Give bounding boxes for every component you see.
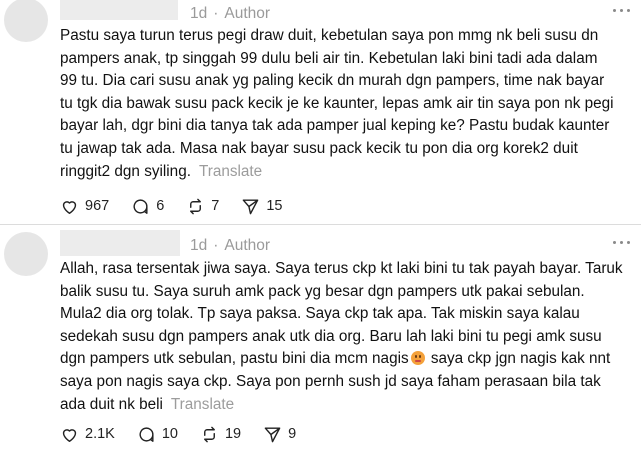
share-count: 9 (288, 426, 297, 442)
like-button[interactable]: 967 (60, 197, 109, 216)
reply-button[interactable]: 10 (137, 425, 178, 444)
send-icon (264, 426, 281, 442)
text-fragment: saya ckp jgn nagis kak nnt (426, 350, 611, 368)
text-line: pampers anak, tp singgah 99 dulu beli ai… (60, 49, 598, 67)
author-badge: Author (224, 5, 271, 22)
translate-link[interactable]: Translate (199, 163, 262, 180)
text-line: saya pon nagis saya ckp. Saya pon pernh … (60, 372, 601, 390)
timestamp[interactable]: 1d (190, 5, 207, 22)
text-line: Allah, rasa tersentak jiwa saya. Saya te… (60, 260, 623, 277)
repost-button[interactable]: 19 (200, 425, 241, 444)
post-meta: 1d · Author (190, 5, 270, 23)
text-fragment: ringgit2 dgn syiling. (60, 162, 191, 180)
text-fragment: dgn pampers utk sebulan, pastu bini dia … (60, 350, 409, 368)
thread-reply-2: 1d · Author Allah, rasa tersentak jiwa say… (0, 224, 641, 450)
comment-icon (133, 198, 148, 214)
text-line-last: ada duit nk beli Translate (60, 394, 625, 417)
reply-count: 10 (161, 426, 178, 442)
share-button[interactable]: 9 (263, 425, 296, 444)
repost-button[interactable]: 7 (186, 197, 219, 216)
repost-count: 19 (224, 426, 242, 442)
share-button[interactable]: 15 (241, 197, 283, 216)
text-line: sedekah susu dgn pampers anak utk dia or… (60, 327, 602, 345)
action-bar: 2.1K 10 19 9 (60, 422, 318, 446)
more-icon[interactable] (613, 241, 631, 247)
text-line: tu tgk dia bawak susu pack kecik je ke k… (60, 94, 614, 112)
repost-icon (204, 426, 215, 442)
timestamp[interactable]: 1d (190, 237, 207, 254)
like-button[interactable]: 2.1K (60, 425, 115, 444)
text-fragment: ada duit nk beli (60, 395, 163, 413)
author-badge: Author (224, 237, 271, 254)
meta-separator: · (213, 237, 219, 254)
text-line: Mula2 dia org tolak. Tp saya paksa. Saya… (60, 305, 580, 323)
text-line: 99 tu. Dia cari susu anak yg paling keci… (60, 72, 605, 90)
avatar[interactable] (4, 0, 48, 42)
like-count: 2.1K (85, 426, 115, 442)
repost-icon (190, 198, 202, 214)
thread-reply-1: 1d · Author Pastu saya turun terus pegi dr… (0, 0, 641, 224)
post-text: Pastu saya turun terus pegi draw duit, k… (60, 25, 625, 183)
text-line: balik susu tu. Saya suruh amk pack yg be… (60, 282, 585, 300)
text-line: tu jawap tak ada. Masa nak bayar susu pa… (60, 139, 578, 157)
more-icon[interactable] (613, 9, 631, 15)
post-meta: 1d · Author (190, 237, 270, 255)
heart-icon (62, 428, 77, 442)
action-bar: 967 6 7 15 (60, 194, 305, 218)
share-count: 15 (266, 198, 283, 214)
heart-icon (62, 200, 77, 214)
text-line: bayar lah, dgr bini dia tanya tak ada pa… (60, 117, 610, 135)
username-redacted[interactable] (60, 0, 178, 20)
text-line-last: ringgit2 dgn syiling. Translate (60, 161, 625, 184)
send-icon (243, 198, 259, 214)
reply-button[interactable]: 6 (131, 197, 164, 216)
meta-separator: · (213, 5, 219, 22)
translate-link[interactable]: Translate (171, 396, 234, 413)
text-line-emoji: dgn pampers utk sebulan, pastu bini dia … (60, 348, 625, 371)
repost-count: 7 (211, 198, 220, 214)
avatar[interactable] (4, 232, 48, 276)
reply-count: 6 (156, 198, 165, 214)
comment-icon (139, 426, 154, 442)
like-count: 967 (85, 198, 110, 214)
text-line: Pastu saya turun terus pegi draw duit, k… (60, 27, 599, 44)
crying-face-emoji (410, 351, 425, 366)
username-redacted[interactable] (60, 230, 180, 256)
post-text: Allah, rasa tersentak jiwa saya. Saya te… (60, 258, 625, 416)
